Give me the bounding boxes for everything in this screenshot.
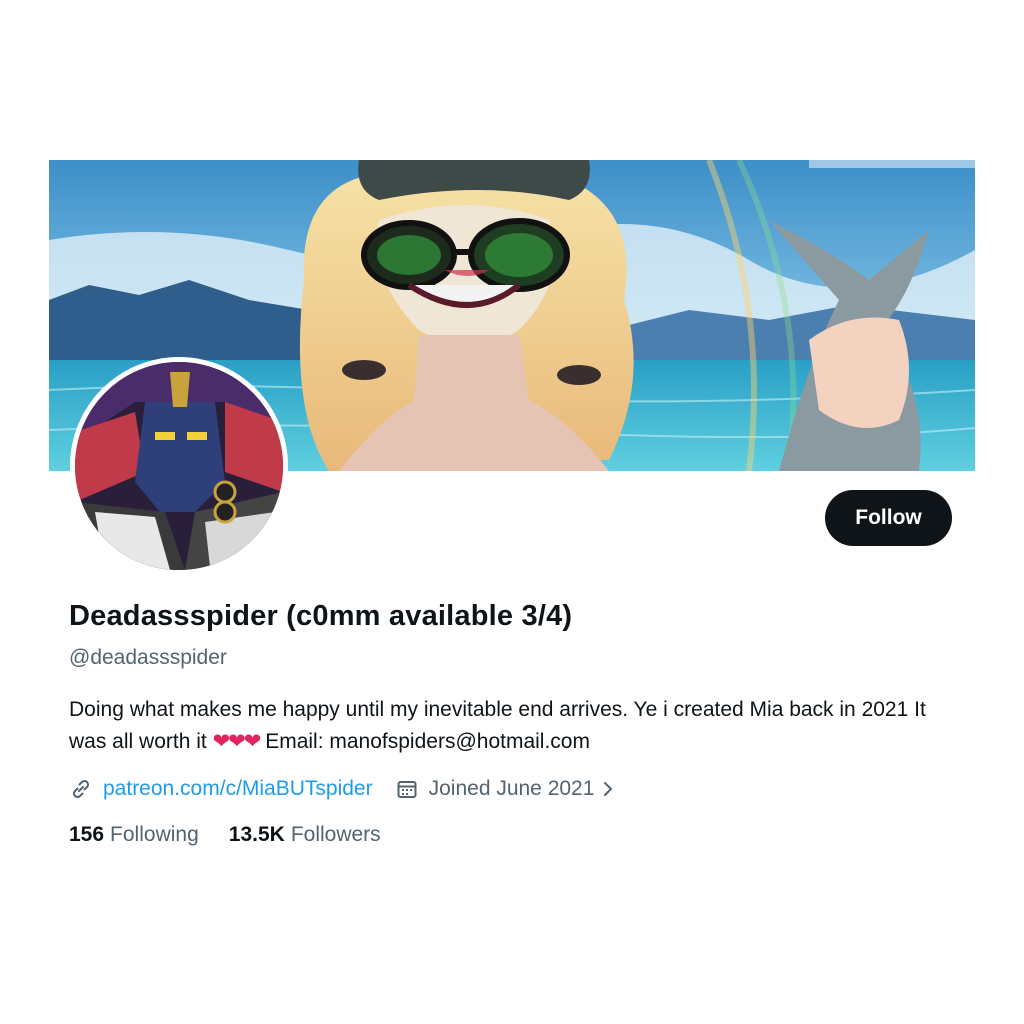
- profile-stats: 156 Following 13.5K Followers: [69, 823, 411, 847]
- avatar-image: [75, 362, 283, 570]
- followers-link[interactable]: 13.5K Followers: [229, 823, 381, 847]
- following-label: Following: [110, 823, 199, 846]
- follow-button[interactable]: Follow: [825, 490, 952, 546]
- chevron-right-icon[interactable]: [600, 777, 616, 801]
- user-handle: @deadassspider: [69, 646, 227, 669]
- link-icon: [69, 777, 93, 801]
- following-link[interactable]: 156 Following: [69, 823, 199, 847]
- heart-icon: ❤❤❤: [212, 730, 262, 753]
- following-count: 156: [69, 823, 105, 846]
- profile-bio: Doing what makes me happy until my inevi…: [69, 694, 959, 758]
- joined-date[interactable]: Joined June 2021: [429, 777, 595, 801]
- followers-count: 13.5K: [228, 823, 285, 846]
- followers-label: Followers: [290, 823, 381, 846]
- profile-avatar[interactable]: [70, 357, 288, 575]
- calendar-icon: [395, 777, 419, 801]
- display-name: Deadassspider (c0mm available 3/4): [69, 600, 573, 632]
- profile-meta: patreon.com/c/MiaBUTspider Joined June 2…: [69, 772, 616, 806]
- bio-email: Email: manofspiders@hotmail.com: [265, 730, 590, 753]
- website-link[interactable]: patreon.com/c/MiaBUTspider: [103, 777, 373, 801]
